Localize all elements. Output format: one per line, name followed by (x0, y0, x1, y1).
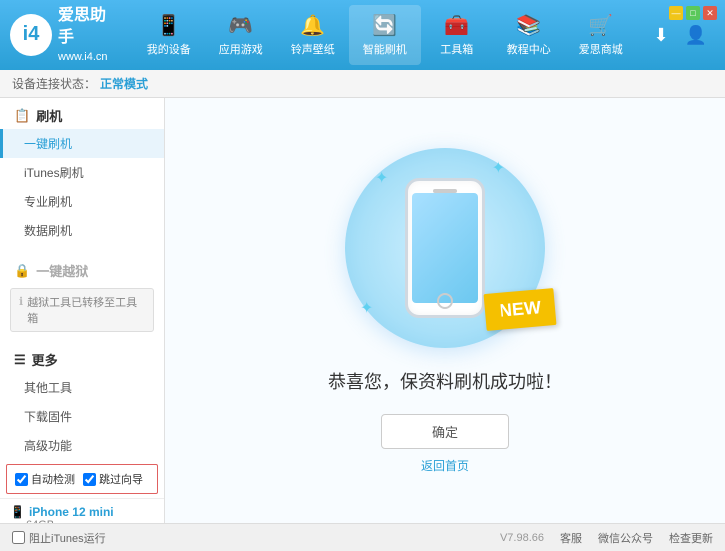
sidebar-item-pro-flash[interactable]: 专业刷机 (0, 187, 164, 216)
device-storage: 64GB (10, 519, 154, 523)
sparkle-1: ✦ (375, 168, 388, 188)
wechat-link[interactable]: 微信公众号 (598, 530, 653, 546)
apps-games-icon: 🎮 (228, 13, 253, 38)
iphone-body (405, 178, 485, 318)
nav-bar: 📱 我的设备 🎮 应用游戏 🔔 铃声壁纸 🔄 智能刷机 🧰 工具箱 📚 教程中心… (120, 5, 649, 65)
phone-icon: 📱 (10, 505, 25, 519)
window-controls: — □ ✕ (669, 6, 717, 20)
tutorial-icon: 📚 (516, 13, 541, 38)
iphone-home-button (437, 293, 453, 309)
menu-icon: ☰ (14, 352, 26, 368)
new-badge: NEW (484, 288, 557, 331)
account-button[interactable]: 👤 (681, 21, 711, 50)
version-label: V7.98.66 (500, 532, 544, 544)
block-itunes-checkbox[interactable] (12, 531, 25, 544)
back-home-link[interactable]: 返回首页 (421, 457, 469, 474)
device-name: 📱 iPhone 12 mini (10, 505, 154, 519)
sidebar-checkboxes: 自动检测 跳过向导 (6, 464, 158, 494)
iphone-speaker (433, 189, 457, 193)
close-button[interactable]: ✕ (703, 6, 717, 20)
smart-flash-icon: 🔄 (372, 13, 397, 38)
auto-detect-checkbox[interactable]: 自动检测 (15, 471, 75, 487)
nav-smart-flash[interactable]: 🔄 智能刷机 (349, 5, 421, 65)
nav-toolbox[interactable]: 🧰 工具箱 (421, 5, 493, 65)
bottom-bar: 阻止iTunes运行 V7.98.66 客服 微信公众号 检查更新 (0, 523, 725, 551)
nav-tutorial[interactable]: 📚 教程中心 (493, 5, 565, 65)
flash-icon: 📋 (14, 108, 30, 124)
logo-text: 爱思助手 www.i4.cn (58, 5, 120, 65)
sidebar: 📋 刷机 一键刷机 iTunes刷机 专业刷机 数据刷机 🔒 一键越狱 ℹ 越狱… (0, 98, 165, 523)
phone-illustration: ✦ ✦ ✦ NEW (345, 148, 545, 348)
main-area: 📋 刷机 一键刷机 iTunes刷机 专业刷机 数据刷机 🔒 一键越狱 ℹ 越狱… (0, 98, 725, 523)
logo-circle: i4 (10, 14, 52, 56)
sidebar-item-advanced[interactable]: 高级功能 (0, 431, 164, 460)
support-link[interactable]: 客服 (560, 530, 582, 546)
more-section-title: ☰ 更多 (0, 344, 164, 373)
bottom-left: 阻止iTunes运行 (12, 530, 106, 546)
i4-mall-icon: 🛒 (588, 13, 613, 38)
nav-apps-games[interactable]: 🎮 应用游戏 (205, 5, 277, 65)
block-itunes-label[interactable]: 阻止iTunes运行 (29, 530, 106, 546)
nav-my-device[interactable]: 📱 我的设备 (133, 5, 205, 65)
nav-ringtones[interactable]: 🔔 铃声壁纸 (277, 5, 349, 65)
success-text: 恭喜您，保资料刷机成功啦！ (328, 368, 562, 394)
logo-icon: i4 (23, 23, 40, 46)
flash-section-title: 📋 刷机 (0, 98, 164, 129)
jailbreak-notice: ℹ 越狱工具已转移至工具箱 (10, 288, 154, 332)
my-device-icon: 📱 (156, 13, 181, 38)
maximize-button[interactable]: □ (686, 6, 700, 20)
check-update-link[interactable]: 检查更新 (669, 530, 713, 546)
download-button[interactable]: ⬇ (649, 21, 672, 50)
sidebar-item-itunes-flash[interactable]: iTunes刷机 (0, 158, 164, 187)
iphone-screen (412, 193, 478, 303)
top-right-controls: ⬇ 👤 (649, 21, 711, 50)
auto-detect-input[interactable] (15, 473, 28, 486)
sparkle-3: ✦ (360, 298, 373, 318)
sparkle-2: ✦ (492, 158, 505, 178)
nav-i4-mall[interactable]: 🛒 爱思商城 (565, 5, 637, 65)
confirm-button[interactable]: 确定 (381, 414, 509, 449)
sidebar-item-other-tools[interactable]: 其他工具 (0, 373, 164, 402)
status-label: 设备连接状态： (12, 75, 96, 92)
device-info: 📱 iPhone 12 mini 64GB Down-12mini-13,1 (0, 498, 164, 523)
skip-wizard-input[interactable] (83, 473, 96, 486)
info-icon: ℹ (19, 295, 23, 308)
lock-icon: 🔒 (14, 263, 30, 279)
toolbox-icon: 🧰 (444, 13, 469, 38)
skip-wizard-checkbox[interactable]: 跳过向导 (83, 471, 143, 487)
sidebar-item-data-preserve[interactable]: 数据刷机 (0, 216, 164, 245)
jailbreak-section-title: 🔒 一键越狱 (0, 253, 164, 284)
sidebar-item-one-key-flash[interactable]: 一键刷机 (0, 129, 164, 158)
bottom-right: V7.98.66 客服 微信公众号 检查更新 (500, 530, 713, 546)
status-value: 正常模式 (100, 75, 148, 92)
logo: i4 爱思助手 www.i4.cn (10, 5, 120, 65)
top-bar: — □ ✕ i4 爱思助手 www.i4.cn 📱 我的设备 🎮 应用游戏 🔔 … (0, 0, 725, 70)
ringtones-icon: 🔔 (300, 13, 325, 38)
circle-background: ✦ ✦ ✦ NEW (345, 148, 545, 348)
status-bar: 设备连接状态： 正常模式 (0, 70, 725, 98)
minimize-button[interactable]: — (669, 6, 683, 20)
sidebar-item-download-firmware[interactable]: 下载固件 (0, 402, 164, 431)
content-area: ✦ ✦ ✦ NEW 恭喜您，保资料刷机成功啦！ 确定 返回首页 (165, 98, 725, 523)
